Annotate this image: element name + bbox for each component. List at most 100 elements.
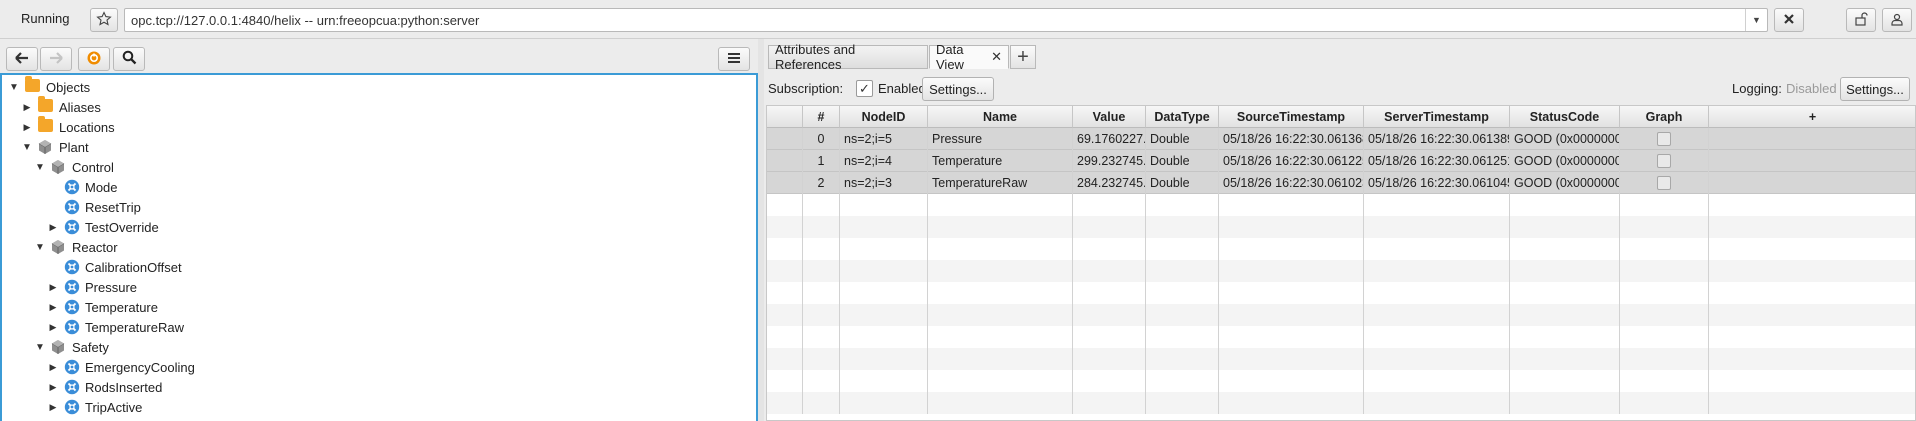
cell-status-code	[1510, 282, 1620, 304]
tree-item-label: TemperatureRaw	[85, 320, 184, 335]
graph-checkbox[interactable]	[1657, 154, 1671, 168]
graph-checkbox[interactable]	[1657, 176, 1671, 190]
collapse-arrow-icon[interactable]: ▶	[47, 221, 59, 233]
table-row[interactable]: 2 ns=2;i=3 TemperatureRaw 284.232745... Doub…	[767, 172, 1915, 194]
favorite-button[interactable]	[90, 8, 118, 32]
collapse-arrow-icon[interactable]: ▶	[47, 281, 59, 293]
tree-item-plant[interactable]: ▼ Plant	[2, 137, 756, 157]
tree-item-label: TripActive	[85, 400, 143, 415]
tree-item-label: Reactor	[72, 240, 118, 255]
refresh-button[interactable]	[78, 47, 110, 71]
menu-button[interactable]	[718, 47, 750, 71]
cell-value	[1073, 304, 1146, 326]
forward-button[interactable]	[40, 47, 72, 71]
close-icon[interactable]: ✕	[991, 49, 1002, 65]
subscription-enabled-checkbox[interactable]: ✓	[856, 80, 873, 97]
user-button[interactable]	[1882, 8, 1912, 32]
expand-arrow-icon[interactable]: ▼	[21, 141, 33, 153]
variable-icon	[64, 319, 80, 335]
tree-item-reset-trip[interactable]: ResetTrip	[2, 197, 756, 217]
cell-data-type	[1146, 260, 1219, 282]
cube-icon	[51, 239, 67, 255]
table-row[interactable]: 0 ns=2;i=5 Pressure 69.1760227... Double 05/1…	[767, 128, 1915, 150]
cell-source-timestamp	[1219, 216, 1364, 238]
cell-name	[928, 216, 1073, 238]
subscription-settings-button[interactable]: Settings...	[922, 77, 994, 101]
cell-name	[928, 370, 1073, 392]
chevron-down-icon[interactable]: ▼	[1745, 9, 1767, 31]
collapse-arrow-icon[interactable]: ▶	[47, 401, 59, 413]
tree-item-trip-active[interactable]: ▶ TripActive	[2, 397, 756, 417]
add-tab-button[interactable]: +	[1010, 45, 1036, 69]
column-header-value[interactable]: Value	[1073, 106, 1146, 128]
url-combobox[interactable]: ▼	[124, 8, 1768, 32]
url-input[interactable]	[125, 9, 1745, 31]
subscription-bar: Subscription: ✓ Enabled Settings... Logg…	[764, 73, 1916, 105]
tree-item-reactor[interactable]: ▼ Reactor	[2, 237, 756, 257]
cell-server-timestamp	[1364, 282, 1510, 304]
graph-checkbox[interactable]	[1657, 132, 1671, 146]
tree-item-temperature-raw[interactable]: ▶ TemperatureRaw	[2, 317, 756, 337]
cell-source-timestamp	[1219, 194, 1364, 216]
tab-attributes-references[interactable]: Attributes and References	[768, 42, 928, 72]
tab-data-view[interactable]: Data View ✕	[929, 42, 1009, 72]
collapse-arrow-icon[interactable]: ▶	[47, 301, 59, 313]
disconnect-button[interactable]	[1774, 8, 1804, 32]
empty-table-row	[767, 392, 1915, 414]
cell-index	[803, 238, 840, 260]
column-header-row-header[interactable]	[767, 106, 803, 128]
unlock-button[interactable]	[1846, 8, 1876, 32]
tree-item-objects[interactable]: ▼ Objects	[2, 76, 756, 97]
cell-value	[1073, 194, 1146, 216]
logging-settings-button[interactable]: Settings...	[1840, 77, 1910, 101]
column-header-graph[interactable]: Graph	[1620, 106, 1709, 128]
tree-item-test-override[interactable]: ▶ TestOverride	[2, 217, 756, 237]
expand-arrow-icon[interactable]: ▼	[8, 81, 20, 93]
tree-item-label: Objects	[46, 80, 91, 95]
search-button[interactable]	[113, 47, 145, 71]
column-header-server-timestamp[interactable]: ServerTimestamp	[1364, 106, 1510, 128]
variable-icon	[64, 219, 80, 235]
back-button[interactable]	[6, 47, 38, 71]
tree-item-pressure[interactable]: ▶ Pressure	[2, 277, 756, 297]
collapse-arrow-icon[interactable]: ▶	[47, 321, 59, 333]
tree-item-label: Pressure	[85, 280, 138, 295]
column-corner-button[interactable]: +	[1709, 106, 1915, 128]
tree-item-rods-inserted[interactable]: ▶ RodsInserted	[2, 377, 756, 397]
tree-item-calibration-offset[interactable]: CalibrationOffset	[2, 257, 756, 277]
tree-item-temperature[interactable]: ▶ Temperature	[2, 297, 756, 317]
cell-value	[1073, 260, 1146, 282]
tree-item-aliases[interactable]: ▶ Aliases	[2, 96, 756, 117]
empty-table-row	[767, 370, 1915, 392]
column-header-node-id[interactable]: NodeID	[840, 106, 928, 128]
cell-name	[928, 392, 1073, 414]
tree-item-locations[interactable]: ▶ Locations	[2, 116, 756, 137]
column-header-index[interactable]: #	[803, 106, 840, 128]
cell-server-timestamp	[1364, 216, 1510, 238]
tree-item-emergency-cooling[interactable]: ▶ EmergencyCooling	[2, 357, 756, 377]
cell-server-timestamp	[1364, 348, 1510, 370]
expand-arrow-icon[interactable]: ▼	[34, 241, 46, 253]
expand-arrow-icon[interactable]: ▼	[34, 161, 46, 173]
expand-arrow-icon[interactable]: ▼	[34, 341, 46, 353]
cell-index	[803, 392, 840, 414]
column-header-data-type[interactable]: DataType	[1146, 106, 1219, 128]
collapse-arrow-icon[interactable]: ▶	[21, 121, 33, 133]
cell-value: 299.232745...	[1073, 150, 1146, 172]
collapse-arrow-icon[interactable]: ▶	[47, 381, 59, 393]
address-space-tree[interactable]: ▼ Objects ▶ Aliases ▶ Locations ▼ Plant ▼ Control…	[0, 73, 758, 421]
collapse-arrow-icon[interactable]: ▶	[21, 101, 33, 113]
cell-server-timestamp	[1364, 238, 1510, 260]
cell-data-type	[1146, 326, 1219, 348]
column-header-name[interactable]: Name	[928, 106, 1073, 128]
connection-toolbar: Running ▼	[0, 0, 1916, 39]
tree-item-safety[interactable]: ▼ Safety	[2, 337, 756, 357]
column-header-source-timestamp[interactable]: SourceTimestamp	[1219, 106, 1364, 128]
column-header-status-code[interactable]: StatusCode	[1510, 106, 1620, 128]
table-row[interactable]: 1 ns=2;i=4 Temperature 299.232745... Double 0…	[767, 150, 1915, 172]
folder-icon	[25, 76, 40, 92]
collapse-arrow-icon[interactable]: ▶	[47, 361, 59, 373]
tree-item-mode[interactable]: Mode	[2, 177, 756, 197]
tree-item-control[interactable]: ▼ Control	[2, 157, 756, 177]
cell-graph	[1620, 150, 1709, 172]
